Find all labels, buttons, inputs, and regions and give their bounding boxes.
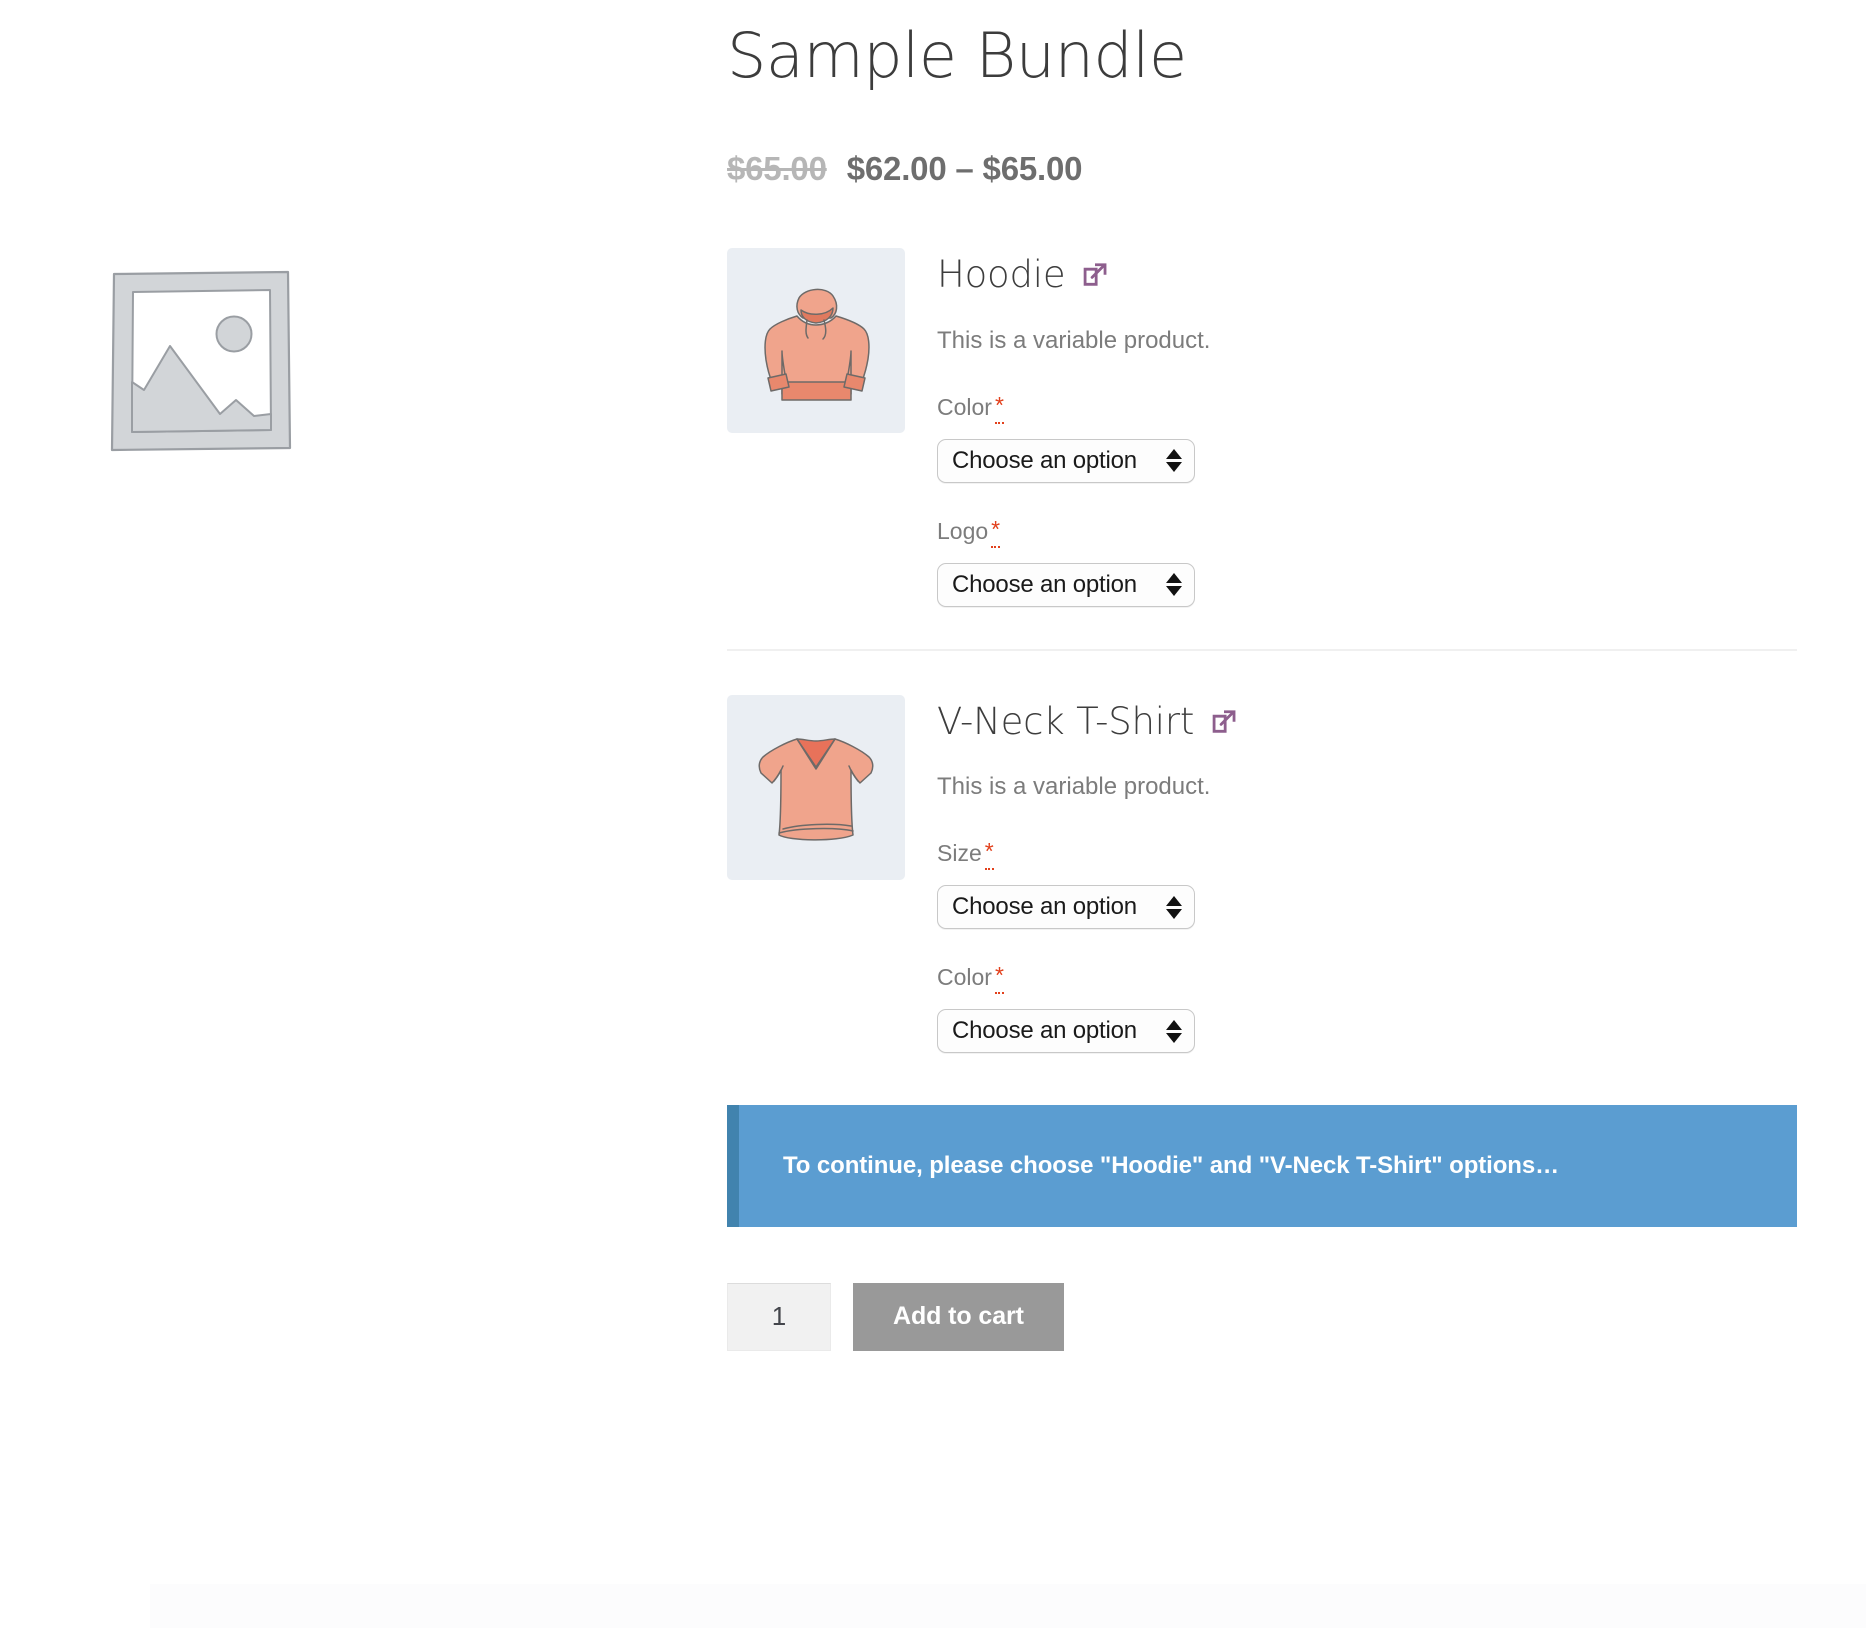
product-price: $65.00 $62.00 – $65.00 — [727, 150, 1797, 188]
attribute-row-color: Color * Choose an option — [937, 963, 1797, 1054]
attribute-select-wrap: Choose an option — [937, 885, 1797, 930]
bundled-item-description: This is a variable product. — [937, 773, 1211, 801]
chevron-updown-icon — [1166, 449, 1182, 473]
attribute-select-wrap: Choose an option — [937, 562, 1797, 607]
product-page: Sample Bundle $65.00 $62.00 – $65.00 Hoo… — [0, 0, 1866, 1628]
required-asterisk: * — [984, 840, 994, 871]
chevron-updown-icon — [1166, 573, 1182, 597]
attribute-label-text: Color — [937, 393, 992, 420]
bundled-item: Hoodie This is a variable product. Color… — [727, 248, 1797, 649]
add-to-cart-button[interactable]: Add to cart — [853, 1282, 1064, 1351]
required-asterisk: * — [991, 517, 1001, 548]
attribute-row-logo: Logo * Choose an option — [937, 517, 1797, 607]
attribute-label-text: Color — [937, 964, 992, 991]
price-original: $65.00 — [727, 150, 827, 188]
select-value: Choose an option — [952, 1017, 1137, 1045]
attribute-select-wrap: Choose an option — [937, 1009, 1797, 1054]
attribute-label: Color * — [937, 963, 1797, 995]
attribute-label: Size * — [937, 839, 1797, 871]
external-link-icon[interactable] — [1081, 261, 1109, 289]
attribute-label: Color * — [937, 393, 1797, 424]
attribute-select-wrap: Choose an option — [937, 438, 1797, 483]
select-value: Choose an option — [952, 446, 1137, 474]
product-placeholder-image[interactable] — [108, 268, 294, 454]
attribute-row-color: Color * Choose an option — [937, 393, 1797, 483]
bundled-item-body: Hoodie This is a variable product. Color… — [937, 248, 1797, 607]
attribute-select-color-tshirt[interactable]: Choose an option — [937, 1009, 1195, 1054]
bundle-notice-text: To continue, please choose "Hoodie" and … — [783, 1152, 1559, 1180]
select-value: Choose an option — [952, 570, 1137, 598]
product-summary: Sample Bundle $65.00 $62.00 – $65.00 Hoo… — [727, 0, 1797, 1351]
bundle-validation-notice: To continue, please choose "Hoodie" and … — [727, 1105, 1797, 1227]
attribute-label-text: Logo — [937, 517, 989, 544]
attribute-label-text: Size — [937, 840, 982, 867]
chevron-updown-icon — [1166, 1019, 1182, 1043]
bundled-item-title: Hoodie — [937, 253, 1066, 297]
chevron-updown-icon — [1166, 895, 1182, 919]
bundled-items-list: Hoodie This is a variable product. Color… — [727, 248, 1797, 1095]
page-title: Sample Bundle — [727, 19, 1187, 92]
bundled-item-body: V-Neck T-Shirt This is a variable produc… — [937, 695, 1797, 1054]
bundled-item-thumbnail-hoodie[interactable] — [727, 248, 905, 434]
external-link-icon[interactable] — [1210, 708, 1238, 736]
quantity-input[interactable] — [727, 1282, 831, 1351]
bundled-item-title: V-Neck T-Shirt — [937, 699, 1195, 743]
attribute-row-size: Size * Choose an option — [937, 839, 1797, 930]
required-asterisk: * — [994, 393, 1004, 424]
bundled-item-header: Hoodie — [937, 254, 1797, 297]
bundled-item: V-Neck T-Shirt This is a variable produc… — [727, 648, 1797, 1096]
bundled-item-thumbnail-tshirt[interactable] — [727, 694, 905, 880]
attribute-label: Logo * — [937, 517, 1797, 548]
add-to-cart-form: Add to cart — [727, 1282, 1797, 1351]
required-asterisk: * — [994, 964, 1004, 995]
attribute-select-color-hoodie[interactable]: Choose an option — [937, 438, 1195, 483]
select-value: Choose an option — [952, 893, 1137, 921]
price-current: $62.00 – $65.00 — [846, 150, 1083, 188]
footer-band — [150, 1584, 1866, 1628]
bundled-item-description: This is a variable product. — [937, 326, 1211, 354]
attribute-select-logo-hoodie[interactable]: Choose an option — [937, 562, 1195, 607]
attribute-select-size-tshirt[interactable]: Choose an option — [937, 885, 1195, 930]
bundled-item-header: V-Neck T-Shirt — [937, 699, 1797, 744]
